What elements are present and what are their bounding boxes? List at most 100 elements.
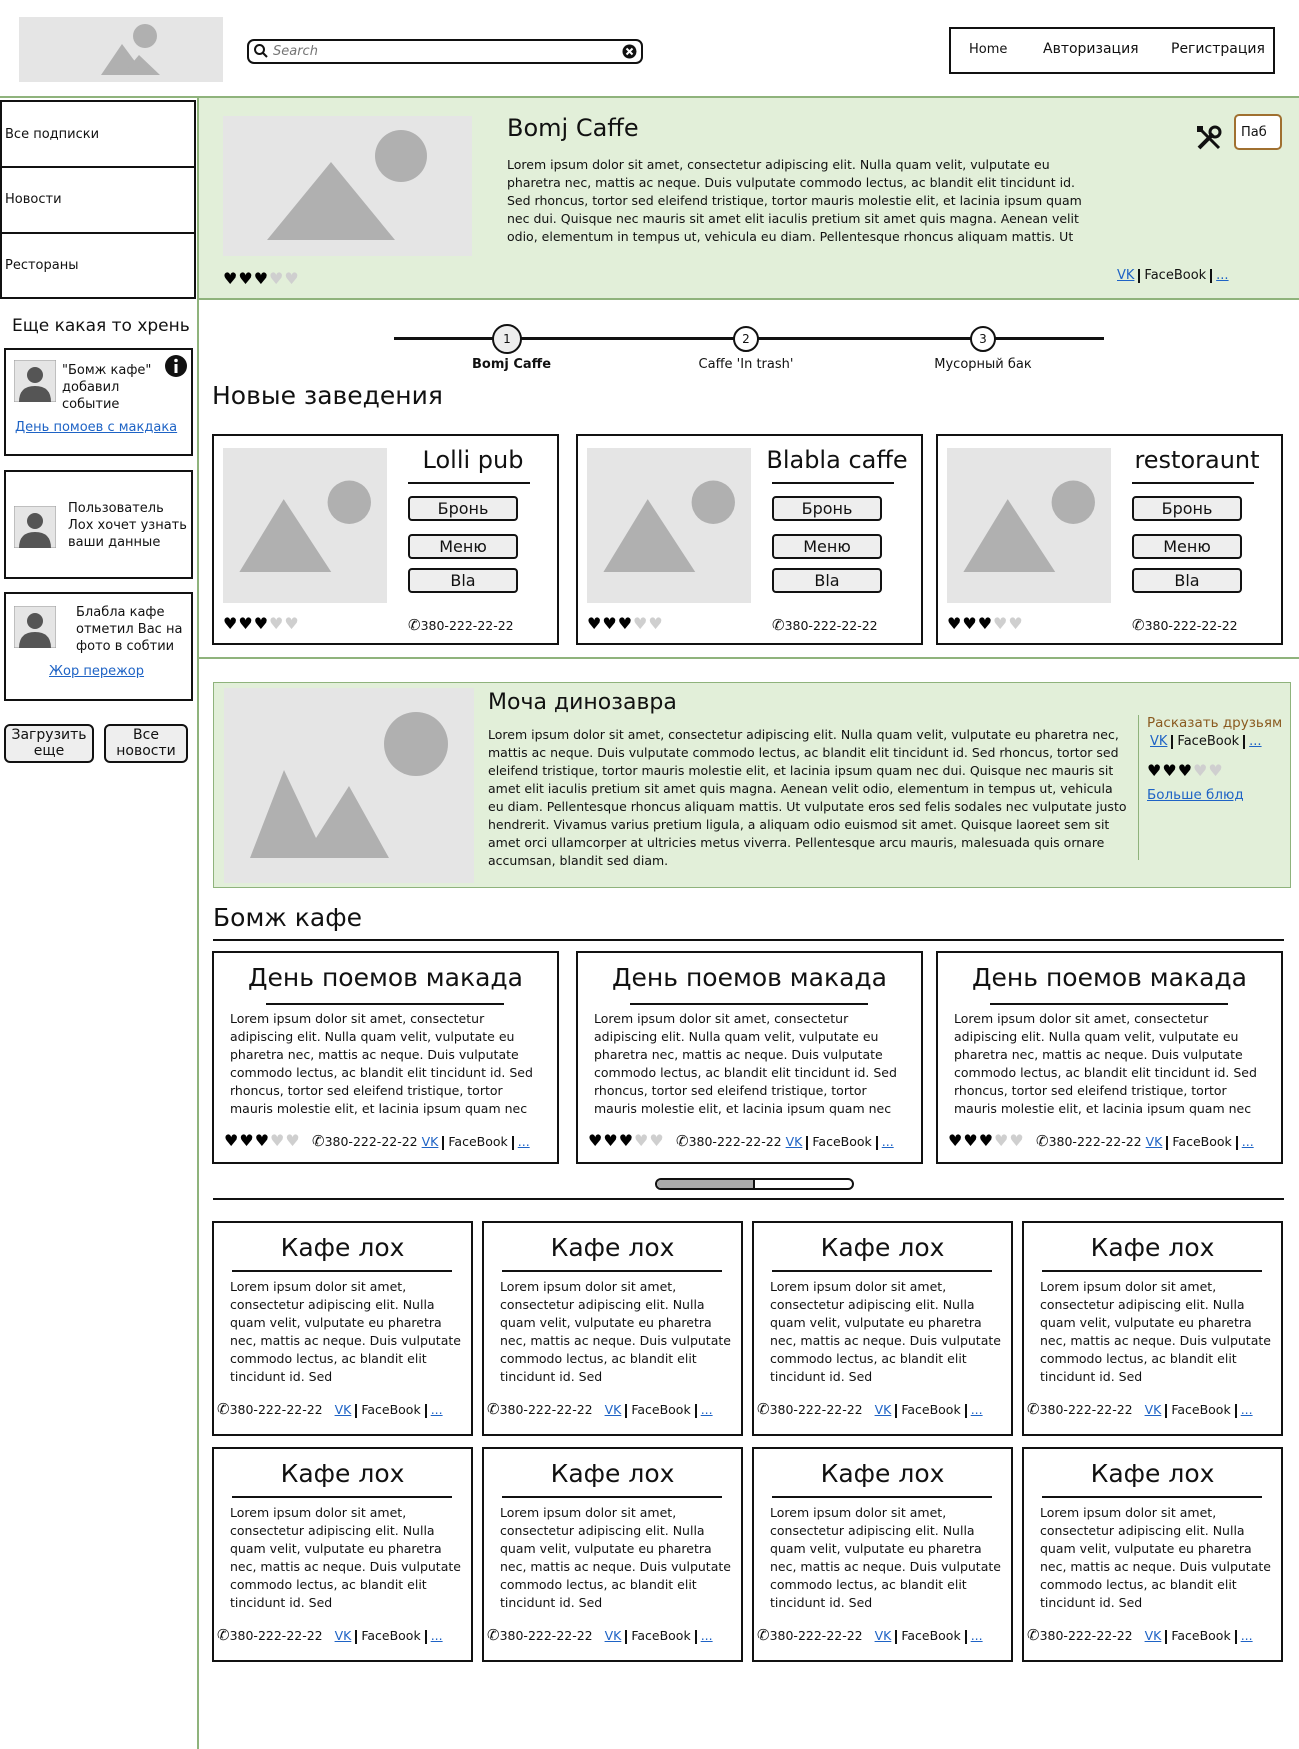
facebook-link[interactable]: FaceBook [901, 1628, 960, 1643]
events-scrollbar[interactable] [655, 1178, 854, 1190]
facebook-link[interactable]: FaceBook [1144, 268, 1206, 283]
more-link[interactable]: ... [1249, 734, 1261, 749]
tools-icon[interactable] [1195, 124, 1223, 152]
heart-icon: ♥ [239, 1131, 254, 1150]
booking-button[interactable]: Бронь [772, 496, 882, 521]
event-title[interactable]: День поемов макада [938, 963, 1281, 992]
cafe-title[interactable]: Кафе лох [1024, 1233, 1281, 1262]
more-dishes-link[interactable]: Больше блюд [1147, 787, 1244, 803]
cafe-contacts: ✆380-222-22-22 VK FaceBook... [217, 1400, 443, 1418]
place-name[interactable]: restoraunt [1123, 446, 1271, 474]
share-label[interactable]: Расказать друзьям [1147, 715, 1282, 731]
cafe-title[interactable]: Кафе лох [1024, 1459, 1281, 1488]
all-news-button[interactable]: Все новости [104, 724, 188, 763]
booking-button[interactable]: Бронь [408, 496, 518, 521]
cafe-title[interactable]: Кафе лох [754, 1233, 1011, 1262]
notification-link[interactable]: Жор пережор [49, 664, 144, 679]
nav-login[interactable]: Авторизация [1043, 41, 1139, 57]
booking-button[interactable]: Бронь [1132, 496, 1242, 521]
more-link[interactable]: ... [971, 1402, 983, 1417]
nav-home[interactable]: Home [969, 42, 1007, 57]
menu-button[interactable]: Меню [408, 534, 518, 559]
more-link[interactable]: ... [701, 1402, 713, 1417]
place-rating: ♥ ♥ ♥ ♥ ♥ [223, 616, 299, 632]
vk-link[interactable]: VK [1117, 268, 1134, 283]
place-name[interactable]: Lolli pub [399, 446, 547, 474]
step-2[interactable]: 2 [733, 326, 759, 352]
featured-title[interactable]: Bomj Caffe [507, 114, 639, 142]
step-1[interactable]: 1 [492, 324, 522, 354]
more-link[interactable]: ... [431, 1402, 443, 1417]
event-title[interactable]: День поемов макада [214, 963, 557, 992]
notification-text: Пользователь Лох хочет узнать ваши данны… [68, 501, 187, 550]
info-icon[interactable] [164, 354, 188, 378]
phone-icon: ✆ [676, 1132, 689, 1150]
sidebar-item-subscriptions[interactable]: Все подписки [2, 102, 194, 168]
load-more-button[interactable]: Загрузить еще [4, 724, 94, 763]
cafe-card: Кафе лох Lorem ipsum dolor sit amet, cons… [752, 1221, 1013, 1436]
dish-title[interactable]: Моча динозавра [488, 690, 677, 715]
cafe-title[interactable]: Кафе лох [214, 1459, 471, 1488]
facebook-link[interactable]: FaceBook [631, 1402, 690, 1417]
event-title[interactable]: День поемов макада [578, 963, 921, 992]
bla-button[interactable]: Bla [772, 568, 882, 593]
bla-button[interactable]: Bla [1132, 568, 1242, 593]
sidebar-item-restaurants[interactable]: Рестораны [2, 234, 194, 297]
cafe-title[interactable]: Кафе лох [484, 1233, 741, 1262]
facebook-link[interactable]: FaceBook [901, 1402, 960, 1417]
vk-link[interactable]: VK [1150, 734, 1167, 749]
vk-link[interactable]: VK [1146, 1134, 1163, 1149]
facebook-link[interactable]: FaceBook [1172, 1134, 1231, 1149]
sidebar-item-news[interactable]: Новости [2, 168, 194, 234]
cafe-title[interactable]: Кафе лох [484, 1459, 741, 1488]
step-3[interactable]: 3 [970, 326, 996, 352]
facebook-link[interactable]: FaceBook [1177, 734, 1239, 749]
menu-button[interactable]: Меню [772, 534, 882, 559]
heart-icon: ♥ [223, 614, 238, 633]
bla-button[interactable]: Bla [408, 568, 518, 593]
facebook-link[interactable]: FaceBook [812, 1134, 871, 1149]
event-rating: ♥ ♥ ♥ ♥ ♥ [588, 1133, 664, 1149]
featured-image [223, 116, 472, 256]
facebook-link[interactable]: FaceBook [448, 1134, 507, 1149]
more-link[interactable]: ... [518, 1134, 530, 1149]
facebook-link[interactable]: FaceBook [1171, 1628, 1230, 1643]
facebook-link[interactable]: FaceBook [631, 1628, 690, 1643]
place-phone: ✆380-222-22-22 [408, 616, 514, 634]
scrollbar-thumb[interactable] [657, 1180, 755, 1188]
place-name[interactable]: Blabla caffe [763, 446, 911, 474]
vk-link[interactable]: VK [875, 1628, 892, 1643]
heart-icon: ♥ [238, 269, 253, 288]
more-link[interactable]: ... [882, 1134, 894, 1149]
facebook-link[interactable]: FaceBook [1171, 1402, 1230, 1417]
nav-register[interactable]: Регистрация [1171, 41, 1265, 57]
facebook-link[interactable]: FaceBook [361, 1628, 420, 1643]
vk-link[interactable]: VK [335, 1628, 352, 1643]
vk-link[interactable]: VK [786, 1134, 803, 1149]
notification-link[interactable]: День помоев с макдака [15, 420, 177, 435]
search-input[interactable] [271, 42, 601, 61]
vk-link[interactable]: VK [422, 1134, 439, 1149]
cafe-title[interactable]: Кафе лох [754, 1459, 1011, 1488]
facebook-link[interactable]: FaceBook [361, 1402, 420, 1417]
cafe-title[interactable]: Кафе лох [214, 1233, 471, 1262]
search-box[interactable] [247, 39, 643, 64]
vk-link[interactable]: VK [1145, 1628, 1162, 1643]
vk-link[interactable]: VK [605, 1628, 622, 1643]
vk-link[interactable]: VK [335, 1402, 352, 1417]
more-link[interactable]: ... [1242, 1134, 1254, 1149]
heart-icon: ♥ [978, 1131, 994, 1150]
clear-icon[interactable] [622, 44, 637, 59]
logo[interactable] [19, 17, 223, 82]
more-link[interactable]: ... [1241, 1402, 1253, 1417]
more-link[interactable]: ... [971, 1628, 983, 1643]
more-link[interactable]: ... [701, 1628, 713, 1643]
heart-icon: ♥ [633, 614, 648, 633]
vk-link[interactable]: VK [605, 1402, 622, 1417]
more-link[interactable]: ... [1216, 268, 1228, 283]
menu-button[interactable]: Меню [1132, 534, 1242, 559]
more-link[interactable]: ... [1241, 1628, 1253, 1643]
vk-link[interactable]: VK [1145, 1402, 1162, 1417]
more-link[interactable]: ... [431, 1628, 443, 1643]
vk-link[interactable]: VK [875, 1402, 892, 1417]
